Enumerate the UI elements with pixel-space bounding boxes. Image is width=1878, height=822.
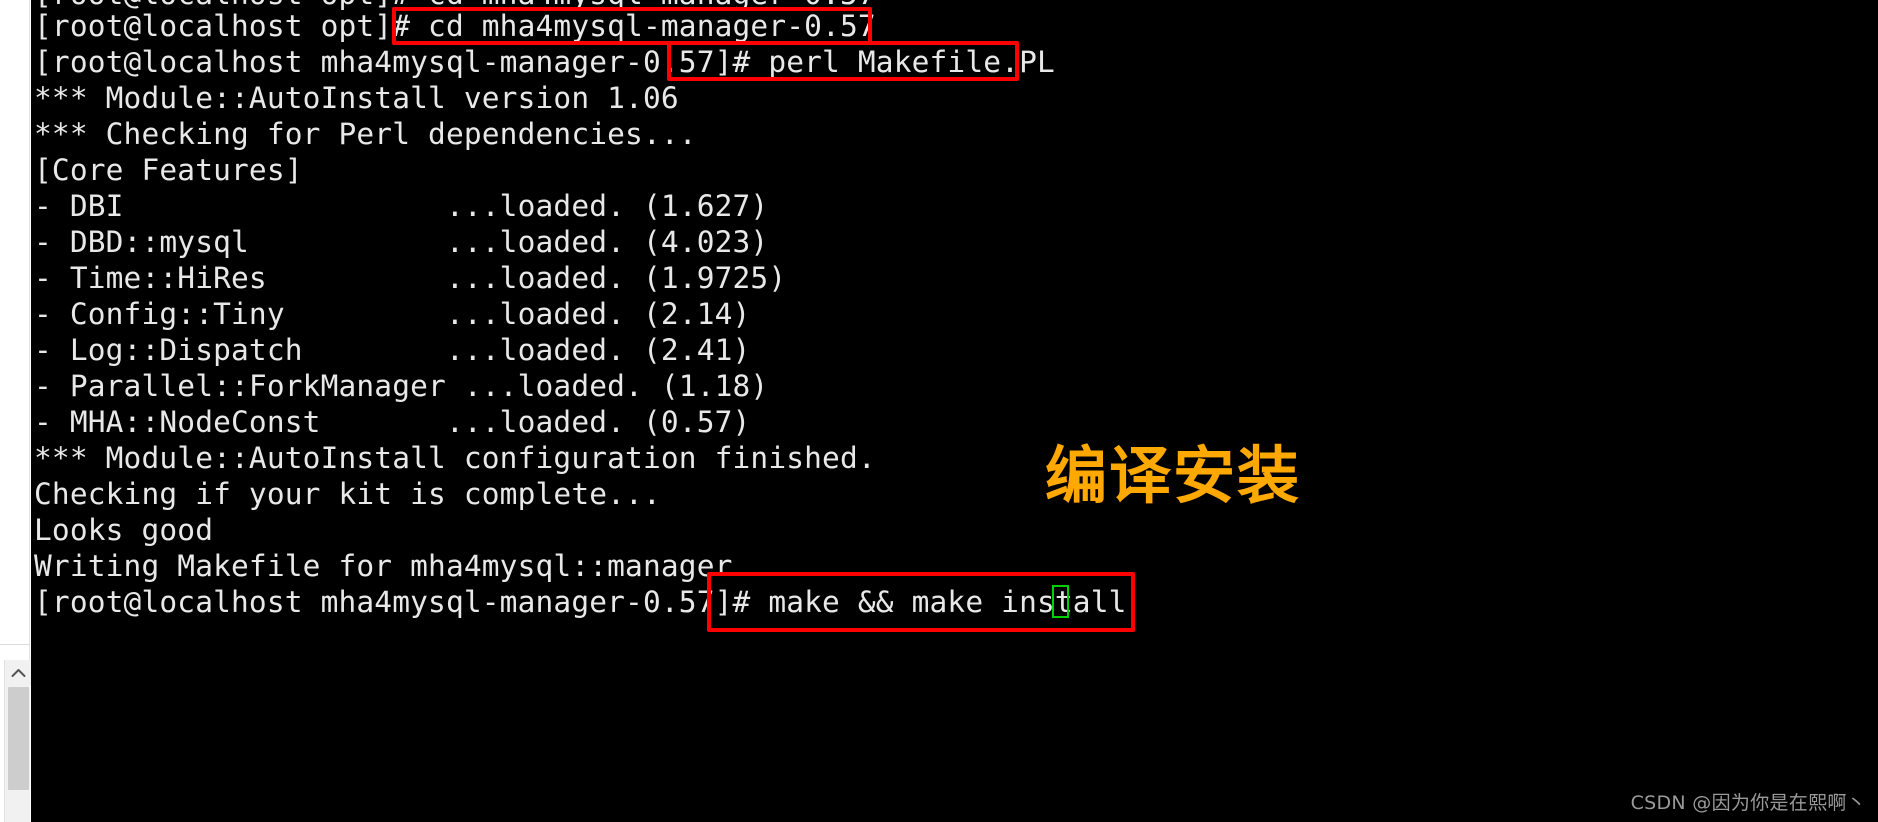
screenshot-root: [root@localhost opt]# cd mha4mysql-manag… [0, 0, 1878, 822]
vertical-scrollbar[interactable] [4, 660, 31, 822]
terminal-line-command-make: [root@localhost mha4mysql-manager-0.57]#… [34, 585, 1127, 619]
terminal-line: Writing Makefile for mha4mysql::manager [34, 549, 733, 583]
scroll-up-button[interactable] [5, 660, 31, 686]
terminal-line: - DBI ...loaded. (1.627) [34, 189, 769, 223]
terminal-line: *** Checking for Perl dependencies... [34, 117, 697, 151]
terminal-line-command-perl: [root@localhost mha4mysql-manager-0.57]#… [34, 45, 1055, 79]
chevron-up-icon [11, 668, 26, 678]
terminal-line: Checking if your kit is complete... [34, 477, 661, 511]
terminal-line: [Core Features] [34, 153, 303, 187]
terminal-cursor [1052, 585, 1069, 618]
terminal-line: - Time::HiRes ...loaded. (1.9725) [34, 261, 787, 295]
terminal-line-command-cd: [root@localhost opt]# cd mha4mysql-manag… [34, 9, 876, 43]
terminal-line: - Log::Dispatch ...loaded. (2.41) [34, 333, 751, 367]
terminal-line: - Parallel::ForkManager ...loaded. (1.18… [34, 369, 769, 403]
terminal-line: - DBD::mysql ...loaded. (4.023) [34, 225, 769, 259]
terminal-line: *** Module::AutoInstall configuration fi… [34, 441, 876, 475]
terminal-line: Looks good [34, 513, 214, 547]
annotation-note-compile-install: 编译安装 [1045, 439, 1302, 512]
terminal-line: *** Module::AutoInstall version 1.06 [34, 81, 679, 115]
terminal-line: - MHA::NodeConst ...loaded. (0.57) [34, 405, 751, 439]
terminal-line: - Config::Tiny ...loaded. (2.14) [34, 297, 751, 331]
watermark: CSDN @因为你是在熙啊丶 [1630, 792, 1866, 814]
scrollbar-thumb[interactable] [8, 687, 29, 790]
gutter-divider [0, 644, 30, 645]
terminal-window[interactable]: [root@localhost opt]# cd mha4mysql-manag… [31, 0, 1878, 822]
